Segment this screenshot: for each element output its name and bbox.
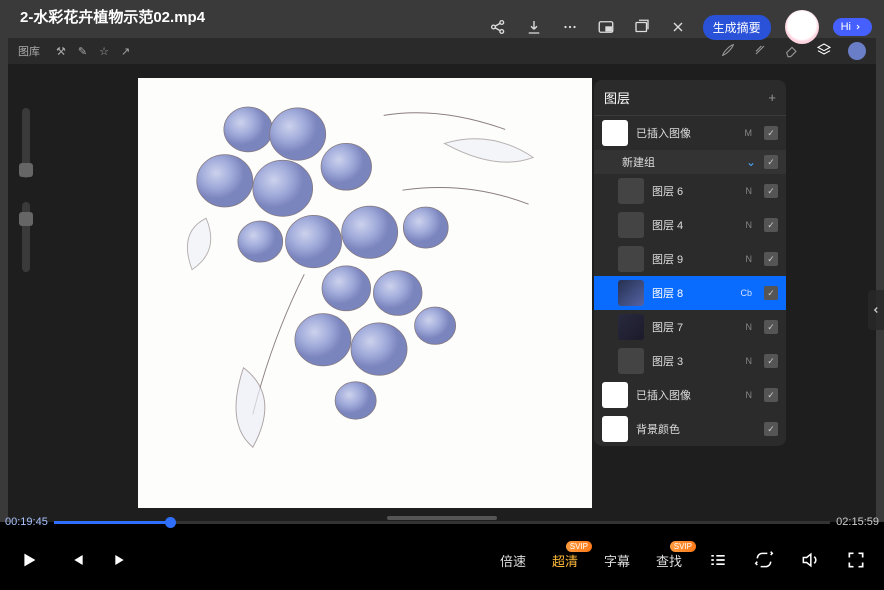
- subtitle-button[interactable]: 字幕: [604, 551, 630, 570]
- layer-thumbnail: [618, 246, 644, 272]
- layers-icon[interactable]: [816, 42, 832, 61]
- play-button[interactable]: [18, 549, 40, 571]
- color-swatch[interactable]: [848, 42, 866, 60]
- layer-thumbnail: [602, 382, 628, 408]
- layer-row[interactable]: 图层 7 N ✓: [594, 310, 786, 344]
- layer-thumbnail: [618, 280, 644, 306]
- layer-visible-checkbox[interactable]: ✓: [764, 388, 778, 402]
- layer-visible-checkbox[interactable]: ✓: [764, 184, 778, 198]
- size-slider[interactable]: [22, 108, 30, 178]
- layer-visible-checkbox[interactable]: ✓: [764, 320, 778, 334]
- layers-panel: 图层 + 已插入图像 M ✓ 新建组⌄✓ 图层 6 N ✓ 图层 4 N ✓ 图层 9 N ✓ 图层 8 C…: [594, 80, 786, 446]
- layer-row[interactable]: 图层 3 N ✓: [594, 344, 786, 378]
- svip-badge: SVIP: [566, 541, 592, 552]
- select-icon[interactable]: ☆: [99, 45, 109, 58]
- layer-name: 图层 6: [652, 183, 738, 199]
- close-icon[interactable]: [667, 16, 689, 38]
- layer-visible-checkbox[interactable]: ✓: [764, 354, 778, 368]
- avatar[interactable]: [785, 10, 819, 44]
- window-icon[interactable]: [631, 16, 653, 38]
- video-title: 2-水彩花卉植物示范02.mp4: [20, 6, 205, 27]
- layer-blend: N: [746, 390, 753, 400]
- layer-blend: N: [746, 322, 753, 332]
- prev-button[interactable]: [66, 550, 86, 570]
- more-icon[interactable]: [559, 16, 581, 38]
- wrench-icon[interactable]: ⚒: [56, 45, 66, 58]
- library-button[interactable]: 图库: [18, 43, 40, 59]
- layer-visible-checkbox[interactable]: ✓: [764, 252, 778, 266]
- volume-icon[interactable]: [800, 550, 820, 570]
- layer-thumbnail: [618, 178, 644, 204]
- layer-blend: N: [746, 220, 753, 230]
- layer-row[interactable]: 图层 9 N ✓: [594, 242, 786, 276]
- layer-row[interactable]: 图层 4 N ✓: [594, 208, 786, 242]
- total-time: 02:15:59: [836, 516, 879, 528]
- layer-name: 图层 4: [652, 217, 738, 233]
- quality-button[interactable]: SVIP 超清: [552, 551, 578, 570]
- speed-button[interactable]: 倍速: [500, 551, 526, 570]
- layer-thumbnail: [618, 212, 644, 238]
- progress-bar[interactable]: 00:19:45 02:15:59: [0, 514, 884, 530]
- download-icon[interactable]: [523, 16, 545, 38]
- layer-blend: N: [746, 186, 753, 196]
- layer-blend: Cb: [740, 288, 752, 298]
- adjust-icon[interactable]: ✎: [78, 45, 87, 58]
- layer-name: 图层 7: [652, 319, 738, 335]
- brush-sliders: [22, 108, 32, 272]
- layer-visible-checkbox[interactable]: ✓: [764, 286, 778, 300]
- layer-row[interactable]: 背景颜色 ✓: [594, 412, 786, 446]
- layer-blend: M: [745, 128, 753, 138]
- layer-visible-checkbox[interactable]: ✓: [764, 218, 778, 232]
- layer-name: 已插入图像: [636, 387, 738, 403]
- layer-thumbnail: [618, 314, 644, 340]
- layer-row[interactable]: 图层 8 Cb ✓: [594, 276, 786, 310]
- share-icon[interactable]: [487, 16, 509, 38]
- brush-icon[interactable]: [720, 42, 736, 61]
- layer-thumbnail: [618, 348, 644, 374]
- fullscreen-icon[interactable]: [846, 550, 866, 570]
- layer-name: 已插入图像: [636, 125, 737, 141]
- layer-visible-checkbox[interactable]: ✓: [764, 126, 778, 140]
- hi-button[interactable]: Hi: [833, 18, 872, 36]
- player-controls: 倍速 SVIP 超清 字幕 SVIP 查找: [0, 530, 884, 590]
- layer-visible-checkbox[interactable]: ✓: [764, 422, 778, 436]
- canvas[interactable]: [138, 78, 592, 508]
- layer-row[interactable]: 图层 6 N ✓: [594, 174, 786, 208]
- layer-thumbnail: [602, 120, 628, 146]
- layer-name: 图层 9: [652, 251, 738, 267]
- layer-name: 背景颜色: [636, 421, 744, 437]
- search-button[interactable]: SVIP 查找: [656, 551, 682, 570]
- layer-row[interactable]: 已插入图像 N ✓: [594, 378, 786, 412]
- layer-thumbnail: [602, 416, 628, 442]
- pip-icon[interactable]: [595, 16, 617, 38]
- layers-title: 图层: [604, 88, 630, 107]
- eraser-icon[interactable]: [784, 42, 800, 61]
- playlist-icon[interactable]: [708, 550, 728, 570]
- hi-label: Hi: [841, 21, 851, 33]
- smudge-icon[interactable]: [752, 42, 768, 61]
- current-time: 00:19:45: [5, 516, 48, 528]
- layer-name: 图层 3: [652, 353, 738, 369]
- svip-badge: SVIP: [670, 541, 696, 552]
- layer-name: 图层 8: [652, 285, 732, 301]
- loop-icon[interactable]: [754, 550, 774, 570]
- next-button[interactable]: [112, 550, 132, 570]
- layer-row[interactable]: 已插入图像 M ✓: [594, 116, 786, 150]
- layer-blend: N: [746, 356, 753, 366]
- add-layer-button[interactable]: +: [768, 90, 776, 105]
- opacity-slider[interactable]: [22, 202, 30, 272]
- side-expand-button[interactable]: [868, 290, 884, 330]
- layer-group[interactable]: 新建组⌄✓: [594, 150, 786, 174]
- arrow-icon[interactable]: ↗: [121, 45, 130, 58]
- summary-button[interactable]: 生成摘要: [703, 15, 771, 40]
- layer-blend: N: [746, 254, 753, 264]
